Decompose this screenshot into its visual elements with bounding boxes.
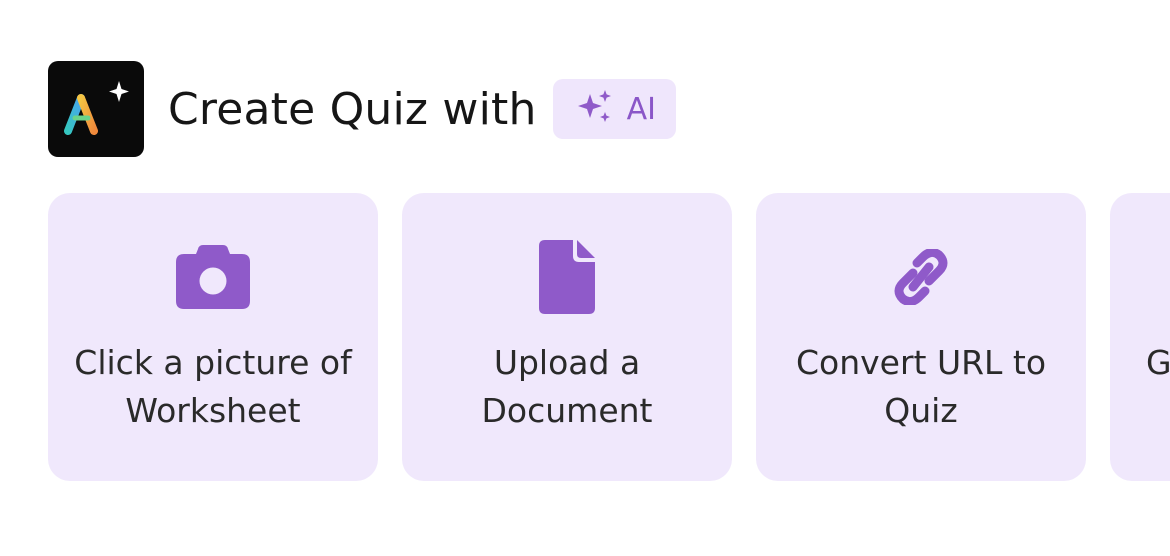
option-card-partial[interactable]: G <box>1110 193 1170 481</box>
option-card-picture[interactable]: Click a picture of Worksheet <box>48 193 378 481</box>
sparkles-icon <box>575 87 615 131</box>
option-label: Upload a Document <box>481 343 653 430</box>
create-quiz-page: Create Quiz with AI Click a picture of W… <box>0 0 1170 556</box>
option-card-url[interactable]: Convert URL to Quiz <box>756 193 1086 481</box>
ai-badge: AI <box>552 79 676 139</box>
ai-badge-label: AI <box>626 91 656 127</box>
option-label: Convert URL to Quiz <box>795 343 1047 430</box>
page-title: Create Quiz with <box>168 83 537 135</box>
camera-icon <box>48 239 378 315</box>
ai-logo-icon <box>48 61 144 157</box>
header: Create Quiz with AI <box>48 61 676 157</box>
option-label: G <box>1146 343 1170 382</box>
quiz-options: Click a picture of Worksheet Upload a Do… <box>48 193 1170 481</box>
link-icon <box>756 239 1086 315</box>
option-label: Click a picture of Worksheet <box>74 343 352 430</box>
document-icon <box>402 239 732 315</box>
option-card-upload[interactable]: Upload a Document <box>402 193 732 481</box>
